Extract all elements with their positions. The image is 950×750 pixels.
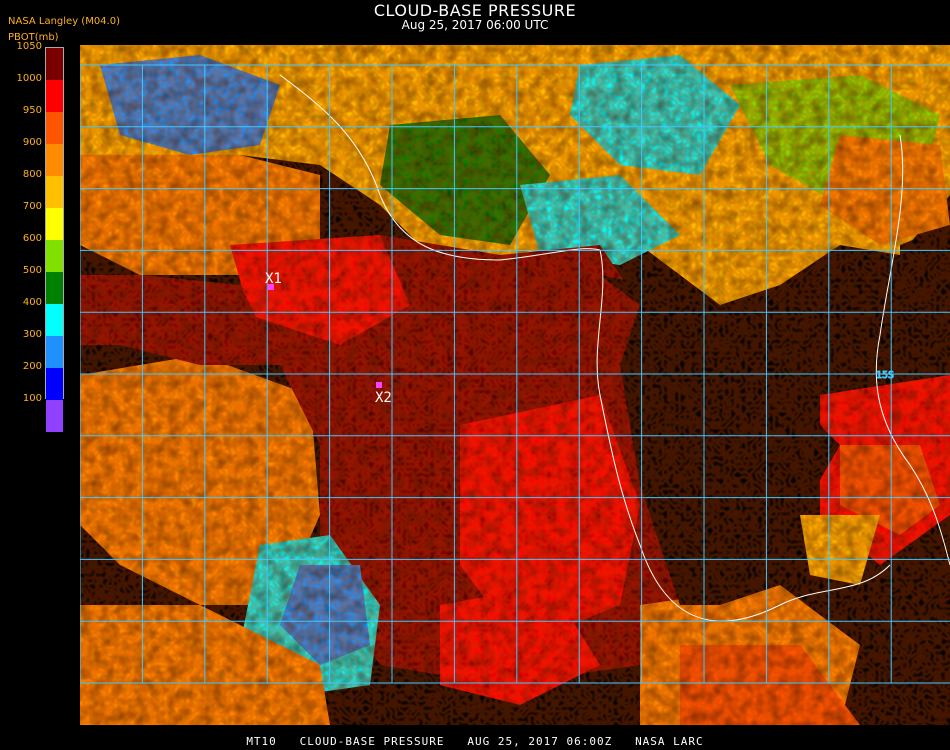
cloud-base-map: 15S X1 X2 — [80, 45, 950, 725]
colorbar-tick-label: 400 — [22, 297, 42, 308]
marker-point — [376, 382, 382, 388]
marker-label: X2 — [375, 390, 392, 406]
colorbar-tick-label: 700 — [22, 201, 42, 212]
colorbar-tick-label: 800 — [22, 169, 42, 180]
colorbar-swatch — [46, 112, 63, 144]
colorbar-tick-label: 900 — [22, 137, 42, 148]
colorbar-swatch — [46, 336, 63, 368]
map-subtitle: Aug 25, 2017 06:00 UTC — [401, 18, 549, 32]
graticule-label: 15S — [876, 370, 894, 381]
colorbar-swatch — [46, 48, 63, 80]
colorbar-swatch — [46, 240, 63, 272]
colorbar-swatch — [46, 368, 63, 400]
colorbar-tick-label: 950 — [22, 105, 42, 116]
colorbar-tick-label: 200 — [22, 361, 42, 372]
source-label: NASA Langley (M04.0) — [8, 16, 120, 27]
colorbar-tick-label: 300 — [22, 329, 42, 340]
colorbar-swatch — [46, 144, 63, 176]
colorbar-swatch — [46, 176, 63, 208]
colorbar-swatch — [46, 80, 63, 112]
colorbar-tick-label: 600 — [22, 233, 42, 244]
footer-caption: MT10 CLOUD-BASE PRESSURE AUG 25, 2017 06… — [246, 735, 704, 748]
colorbar-tick-label: 500 — [22, 265, 42, 276]
colorbar-swatch — [46, 208, 63, 240]
colorbar-tick-label: 1000 — [16, 73, 42, 84]
colorbar — [45, 47, 64, 432]
colorbar-swatch — [46, 400, 63, 432]
colorbar-swatch — [46, 304, 63, 336]
colorbar-tick-label: 1050 — [16, 41, 42, 52]
colorbar-swatch — [46, 272, 63, 304]
marker-label: X1 — [265, 271, 282, 287]
colorbar-tick-label: 100 — [22, 393, 42, 404]
